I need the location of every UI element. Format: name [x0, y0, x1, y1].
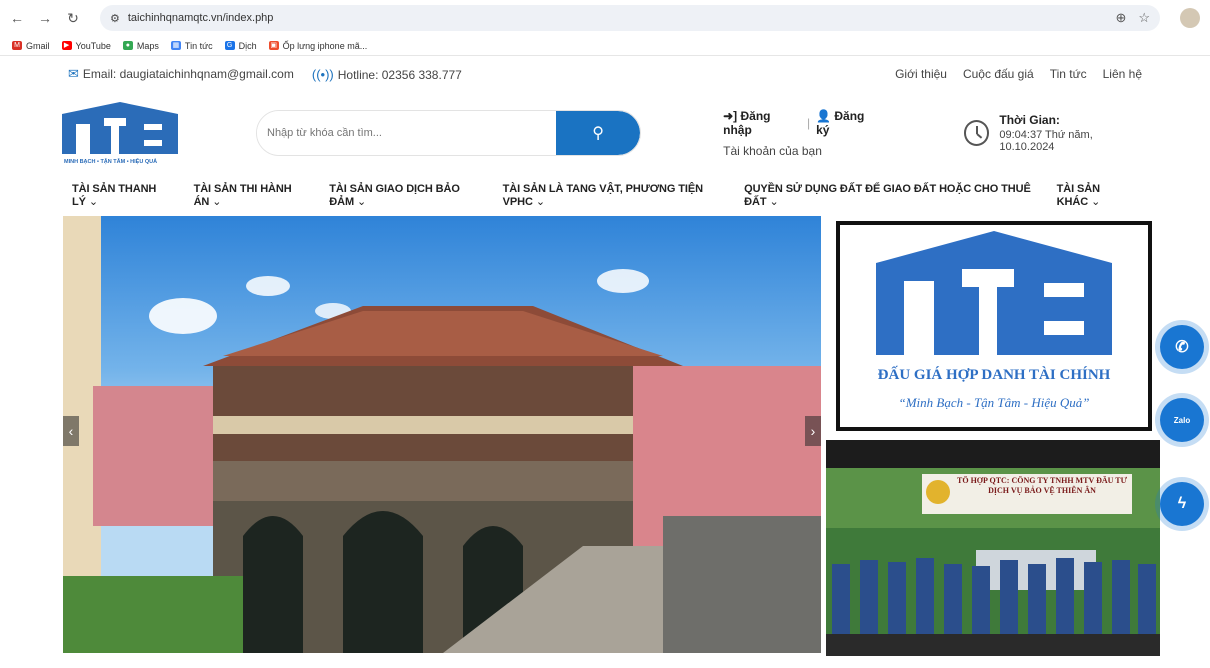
- menu-item-liquidation[interactable]: TÀI SẢN THANH LÝ ⌄: [72, 183, 175, 208]
- divider: |: [806, 115, 811, 130]
- news-icon: ▦: [170, 41, 181, 50]
- time-title: Thời Gian:: [999, 113, 1060, 127]
- bookmark-star-icon[interactable]: ☆: [1138, 10, 1150, 26]
- svg-text:“Minh Bạch - Tận Tâm - Hiệu Qu: “Minh Bạch - Tận Tâm - Hiệu Quả”: [898, 395, 1089, 410]
- main-content: ‹ › ĐẤU GIÁ HỢP DANH TÀI CHÍNH “Minh Bạc…: [0, 216, 1210, 656]
- envelope-icon: ✉: [68, 66, 79, 81]
- hotline-contact[interactable]: ((•)) Hotline: 02356 338.777: [312, 67, 462, 82]
- reload-icon[interactable]: ↻: [66, 10, 80, 27]
- messenger-button[interactable]: ϟ: [1160, 482, 1204, 526]
- svg-text:ĐẤU GIÁ HỢP DANH TÀI CHÍNH: ĐẤU GIÁ HỢP DANH TÀI CHÍNH: [878, 366, 1111, 383]
- search-icon: ⚲: [592, 125, 604, 142]
- youtube-icon: ▶: [61, 41, 72, 50]
- toplink-about[interactable]: Giới thiệu: [895, 67, 947, 81]
- login-link[interactable]: ➜] Đăng nhập: [723, 109, 801, 137]
- bookmark-youtube[interactable]: ▶ YouTube: [61, 41, 111, 51]
- hero-photo-bridge: [63, 216, 821, 653]
- toplink-news[interactable]: Tin tức: [1050, 67, 1087, 81]
- browser-toolbar: ← → ↻ ⚙ taichinhqnamqtc.vn/index.php ⊕ ☆: [0, 0, 1210, 36]
- account-area: ➜] Đăng nhập | 👤 Đăng ký Tài khoản của b…: [723, 109, 880, 158]
- chevron-down-icon: ⌄: [88, 195, 98, 208]
- hero-slider: ‹ ›: [63, 216, 821, 653]
- bookmark-shop[interactable]: ▣ Ốp lưng iphone mã...: [268, 41, 367, 51]
- url-text: taichinhqnamqtc.vn/index.php: [127, 12, 274, 24]
- slider-prev-button[interactable]: ‹: [63, 416, 79, 446]
- ad-banner-security[interactable]: TỔ HỢP QTC: CÔNG TY TNHH MTV ĐẦU TƯ DỊCH…: [826, 440, 1160, 656]
- toplink-contact[interactable]: Liên hệ: [1103, 67, 1142, 81]
- bookmark-maps[interactable]: ● Maps: [122, 41, 159, 51]
- zoom-icon[interactable]: ⊕: [1115, 10, 1126, 26]
- zalo-button[interactable]: Zalo: [1160, 398, 1204, 442]
- back-icon[interactable]: ←: [10, 10, 24, 26]
- search-box: ⚲: [256, 110, 642, 156]
- svg-text:MINH BẠCH • TẬN TÂM • HIỆU QUẢ: MINH BẠCH • TẬN TÂM • HIỆU QUẢ: [64, 157, 157, 165]
- menu-item-judgment-assets[interactable]: TÀI SẢN THI HÀNH ÁN ⌄: [194, 183, 311, 208]
- account-label: Tài khoản của bạn: [723, 143, 822, 158]
- site-topbar: ✉ Email: daugiataichinhqnam@gmail.com ((•…: [0, 56, 1210, 92]
- forward-icon[interactable]: →: [38, 10, 52, 26]
- address-bar[interactable]: ⚙ taichinhqnamqtc.vn/index.php ⊕ ☆: [100, 5, 1160, 31]
- clock-icon: [963, 120, 990, 146]
- chevron-down-icon: ⌄: [769, 195, 779, 208]
- profile-avatar[interactable]: [1180, 8, 1200, 28]
- slider-next-button[interactable]: ›: [805, 416, 821, 446]
- menu-item-seized-assets[interactable]: TÀI SẢN LÀ TANG VẬT, PHƯƠNG TIỆN VPHC ⌄: [503, 183, 725, 208]
- chevron-down-icon: ⌄: [1091, 195, 1101, 208]
- chevron-down-icon: ⌄: [212, 195, 222, 208]
- register-link[interactable]: 👤 Đăng ký: [816, 109, 880, 137]
- menu-item-secured-assets[interactable]: TÀI SẢN GIAO DỊCH BẢO ĐẢM ⌄: [329, 183, 483, 208]
- phone-call-button[interactable]: ✆: [1160, 325, 1204, 369]
- email-contact[interactable]: ✉ Email: daugiataichinhqnam@gmail.com: [68, 66, 294, 82]
- site-logo[interactable]: MINH BẠCH • TẬN TÂM • HIỆU QUẢ: [62, 100, 178, 166]
- clock-widget: Thời Gian: 09:04:37 Thứ năm, 10.10.2024: [963, 113, 1148, 153]
- site-settings-icon[interactable]: ⚙: [110, 12, 120, 25]
- search-input[interactable]: [257, 111, 557, 155]
- menu-item-land-use-rights[interactable]: QUYỀN SỬ DỤNG ĐẤT ĐỂ GIAO ĐẤT HOẶC CHO T…: [744, 183, 1038, 208]
- zalo-icon: Zalo: [1173, 415, 1191, 425]
- chevron-down-icon: ⌄: [535, 195, 545, 208]
- site-header: MINH BẠCH • TẬN TÂM • HIỆU QUẢ ⚲ ➜] Đăng…: [0, 92, 1210, 174]
- search-button[interactable]: ⚲: [556, 111, 641, 155]
- messenger-icon: ϟ: [1177, 495, 1187, 512]
- sidebar-ads: ĐẤU GIÁ HỢP DANH TÀI CHÍNH “Minh Bạch - …: [826, 216, 1164, 656]
- time-value: 09:04:37 Thứ năm, 10.10.2024: [999, 129, 1093, 153]
- bookmark-news[interactable]: ▦ Tin tức: [170, 41, 213, 51]
- chevron-down-icon: ⌄: [357, 195, 367, 208]
- toplink-auctions[interactable]: Cuộc đấu giá: [963, 67, 1034, 81]
- ad-banner-qtc[interactable]: ĐẤU GIÁ HỢP DANH TÀI CHÍNH “Minh Bạch - …: [836, 221, 1152, 431]
- translate-icon: G: [224, 41, 235, 50]
- bookmark-gmail[interactable]: M Gmail: [12, 41, 50, 51]
- security-team-photo: TỔ HỢP QTC: CÔNG TY TNHH MTV ĐẦU TƯ DỊCH…: [826, 468, 1160, 656]
- gmail-icon: M: [12, 41, 22, 50]
- bookmark-translate[interactable]: G Dịch: [224, 41, 257, 51]
- qtc-logo-icon: MINH BẠCH • TẬN TÂM • HIỆU QUẢ: [62, 102, 178, 165]
- menu-item-other-assets[interactable]: TÀI SẢN KHÁC ⌄: [1057, 183, 1138, 208]
- shop-bag-icon: ▣: [268, 41, 279, 50]
- phone-icon: ✆: [1175, 339, 1189, 356]
- qtc-brand-logo-icon: ĐẤU GIÁ HỢP DANH TÀI CHÍNH “Minh Bạch - …: [876, 231, 1112, 410]
- bookmarks-bar: M Gmail ▶ YouTube ● Maps ▦ Tin tức G Dịch ▣ Ốp…: [0, 36, 1210, 56]
- phone-signal-icon: ((•)): [311, 66, 334, 82]
- main-menu: TÀI SẢN THANH LÝ ⌄ TÀI SẢN THI HÀNH ÁN ⌄ T…: [0, 174, 1210, 216]
- maps-icon: ●: [122, 41, 133, 50]
- ad2-title: TỔ HỢP QTC: CÔNG TY TNHH MTV ĐẦU TƯ DỊCH…: [957, 476, 1127, 495]
